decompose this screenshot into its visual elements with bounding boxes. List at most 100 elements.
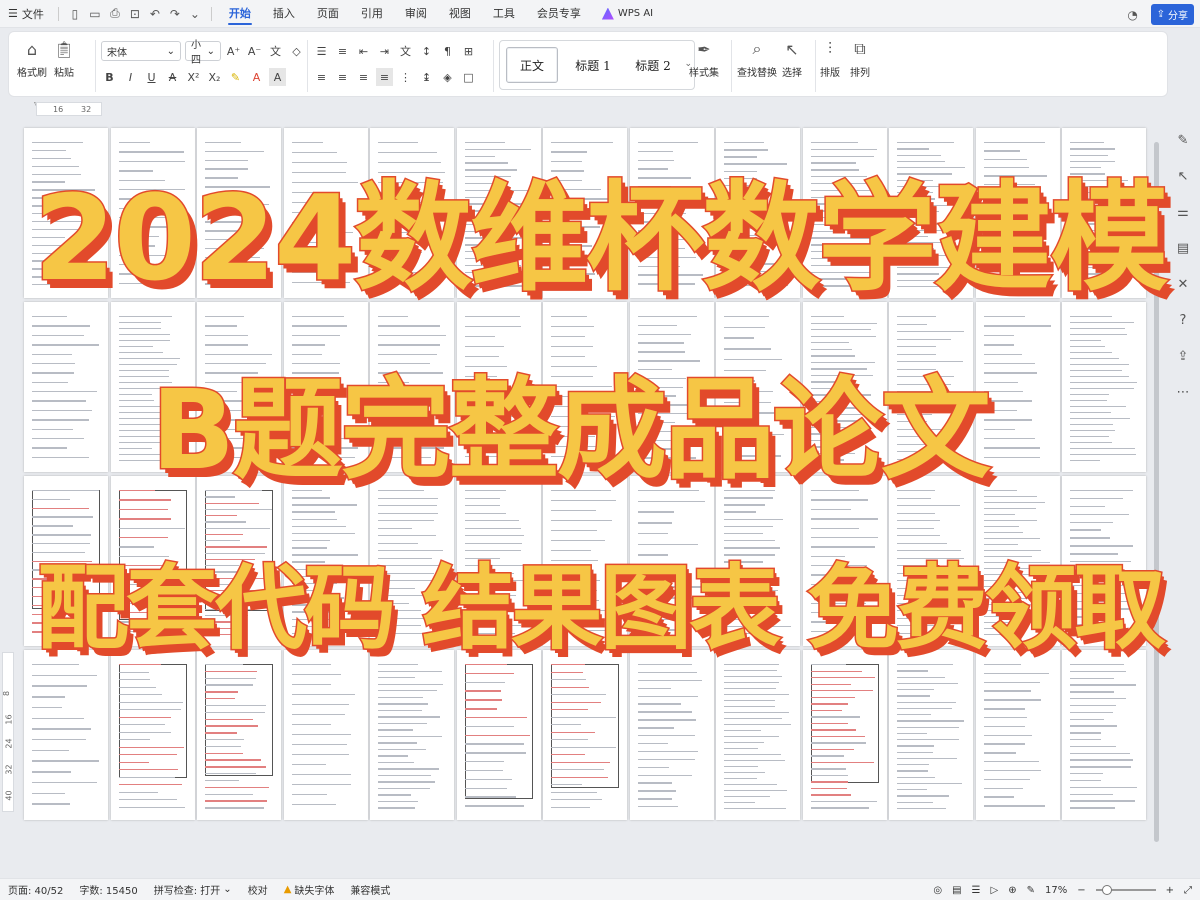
- adjust-icon[interactable]: ⚌: [1173, 202, 1193, 222]
- print-icon[interactable]: ⎙: [107, 6, 123, 22]
- page-thumbnail[interactable]: [716, 302, 800, 472]
- page-thumbnail[interactable]: [889, 476, 973, 646]
- page-thumbnail[interactable]: [1062, 302, 1146, 472]
- page-thumbnail[interactable]: [456, 650, 541, 820]
- scrollbar-thumb[interactable]: [1154, 142, 1159, 842]
- chinese-layout-icon[interactable]: 文: [397, 42, 414, 60]
- page-thumbnail[interactable]: [975, 476, 1060, 646]
- pen-icon[interactable]: ✎: [1027, 885, 1035, 896]
- font-size-select[interactable]: 小四 ⌄: [185, 40, 221, 66]
- style-normal[interactable]: 正文: [506, 47, 558, 83]
- page-thumbnail[interactable]: [24, 302, 108, 472]
- align-left-icon[interactable]: ≡: [313, 68, 330, 86]
- undo-icon[interactable]: ↶: [147, 6, 163, 22]
- sort-icon[interactable]: ↕: [418, 42, 435, 60]
- tab-member[interactable]: 会员专享: [526, 0, 592, 28]
- new-doc-icon[interactable]: ▯: [67, 6, 83, 22]
- cursor-icon[interactable]: ↖: [1173, 166, 1193, 186]
- page-thumbnail[interactable]: [283, 476, 368, 646]
- page-thumbnail[interactable]: [802, 302, 887, 472]
- page-thumbnail[interactable]: [283, 650, 368, 820]
- page-thumbnail[interactable]: [110, 302, 195, 472]
- zoom-slider[interactable]: [1095, 885, 1156, 895]
- shrink-font-icon[interactable]: A⁻: [246, 42, 263, 60]
- page-thumbnail[interactable]: [370, 128, 454, 298]
- document-icon[interactable]: ▤: [1173, 238, 1193, 258]
- page-thumbnail[interactable]: [543, 128, 627, 298]
- page-thumbnail[interactable]: [629, 650, 714, 820]
- page-thumbnail[interactable]: [197, 476, 281, 646]
- page-thumbnail[interactable]: [283, 128, 368, 298]
- page-thumbnail[interactable]: [1062, 650, 1146, 820]
- help-icon[interactable]: ?: [1173, 310, 1193, 330]
- border-icon[interactable]: □: [460, 68, 477, 86]
- page-thumbnail[interactable]: [110, 650, 195, 820]
- page-thumbnail[interactable]: [889, 128, 973, 298]
- italic-icon[interactable]: I: [122, 68, 139, 86]
- missing-font[interactable]: ▲ 缺失字体: [276, 882, 343, 897]
- style-set-button[interactable]: ✒ 样式集: [689, 38, 719, 80]
- more-icon[interactable]: ⋯: [1173, 382, 1193, 402]
- bullet-list-icon[interactable]: ☰: [313, 42, 330, 60]
- page-thumbnail[interactable]: [456, 302, 541, 472]
- page-thumbnail[interactable]: [975, 128, 1060, 298]
- underline-icon[interactable]: U: [143, 68, 160, 86]
- zoom-in-icon[interactable]: +: [1166, 885, 1174, 896]
- superscript-icon[interactable]: X²: [185, 68, 202, 86]
- page-thumbnail[interactable]: [197, 302, 281, 472]
- page-thumbnail[interactable]: [716, 650, 800, 820]
- align-center-icon[interactable]: ≡: [334, 68, 351, 86]
- table-icon[interactable]: ⊞: [460, 42, 477, 60]
- fit-icon[interactable]: ⤢: [1184, 885, 1192, 896]
- chevron-down-icon[interactable]: ⌄: [187, 6, 203, 22]
- numbered-list-icon[interactable]: ≡: [334, 42, 351, 60]
- decrease-indent-icon[interactable]: ⇤: [355, 42, 372, 60]
- bold-icon[interactable]: B: [101, 68, 118, 86]
- page-thumbnail[interactable]: [975, 650, 1060, 820]
- page-thumbnail[interactable]: [24, 476, 108, 646]
- outline-view-icon[interactable]: ☰: [972, 885, 981, 896]
- spell-check[interactable]: 拼写检查: 打开 ⌄: [146, 882, 240, 897]
- page-thumbnail[interactable]: [110, 128, 195, 298]
- page-thumbnail[interactable]: [629, 128, 714, 298]
- distribute-icon[interactable]: ⋮: [397, 68, 414, 86]
- read-mode-icon[interactable]: ▷: [991, 885, 999, 896]
- page-thumbnail[interactable]: [716, 476, 800, 646]
- redo-icon[interactable]: ↷: [167, 6, 183, 22]
- page-indicator[interactable]: 页面: 40/52: [0, 882, 71, 897]
- subscript-icon[interactable]: X₂: [206, 68, 223, 86]
- file-menu[interactable]: ☰ 文件: [0, 6, 52, 22]
- page-thumbnail[interactable]: [802, 476, 887, 646]
- page-thumbnail[interactable]: [1062, 128, 1146, 298]
- page-thumbnail[interactable]: [197, 650, 281, 820]
- font-color-icon[interactable]: A: [248, 68, 265, 86]
- page-thumbnail[interactable]: [629, 302, 714, 472]
- page-view-icon[interactable]: ▤: [952, 885, 961, 896]
- wps-ai-button[interactable]: WPS AI: [592, 7, 663, 20]
- find-replace-button[interactable]: ⌕ 查找替换: [737, 38, 777, 79]
- style-heading-2[interactable]: 标题 2: [624, 47, 682, 83]
- format-painter-button[interactable]: ⌂ 格式刷: [17, 38, 47, 80]
- page-thumbnail[interactable]: [716, 128, 800, 298]
- export-pdf-icon[interactable]: ▭: [87, 6, 103, 22]
- align-right-icon[interactable]: ≡: [355, 68, 372, 86]
- tab-page[interactable]: 页面: [306, 0, 350, 28]
- page-thumbnail[interactable]: [543, 302, 627, 472]
- tab-tools[interactable]: 工具: [482, 0, 526, 28]
- zoom-out-icon[interactable]: −: [1077, 885, 1085, 896]
- char-shading-icon[interactable]: A: [269, 68, 286, 86]
- page-thumbnail[interactable]: [370, 302, 454, 472]
- page-thumbnail[interactable]: [543, 476, 627, 646]
- style-heading-1[interactable]: 标题 1: [564, 47, 622, 83]
- tab-review[interactable]: 审阅: [394, 0, 438, 28]
- page-thumbnail[interactable]: [1062, 476, 1146, 646]
- show-marks-icon[interactable]: ¶: [439, 42, 456, 60]
- tab-insert[interactable]: 插入: [262, 0, 306, 28]
- increase-indent-icon[interactable]: ⇥: [376, 42, 393, 60]
- focus-icon[interactable]: ◎: [933, 885, 942, 896]
- strikethrough-icon[interactable]: A: [164, 68, 181, 86]
- share-button[interactable]: ⇪ 分享: [1150, 4, 1194, 25]
- page-thumbnail[interactable]: [802, 128, 887, 298]
- page-thumbnail[interactable]: [629, 476, 714, 646]
- tools-icon[interactable]: ✕: [1173, 274, 1193, 294]
